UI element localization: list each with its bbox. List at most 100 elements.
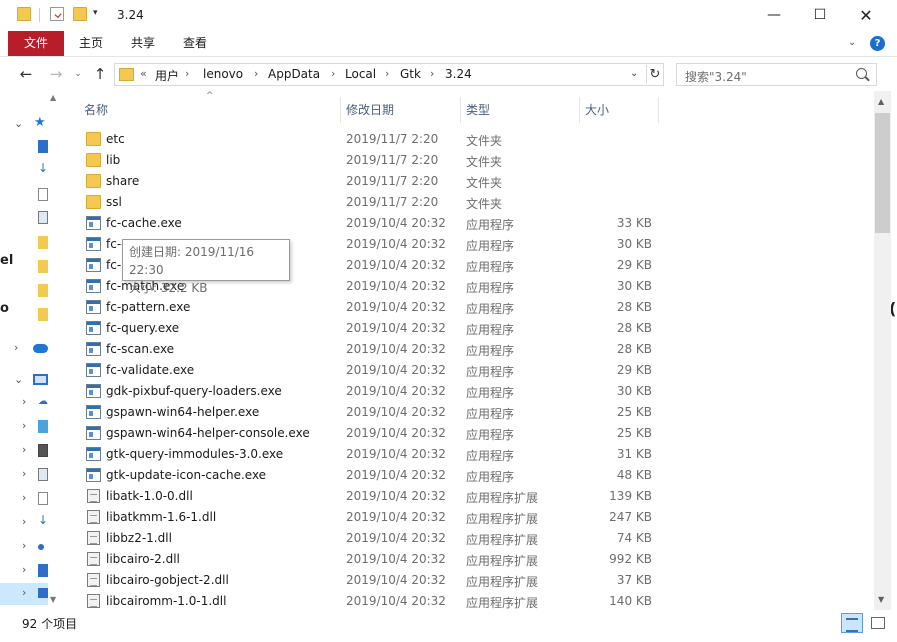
recent-locations-icon[interactable]: ⌄ (68, 64, 88, 84)
table-row[interactable]: gtk-query-immodules-3.0.exe 2019/10/4 20:… (66, 444, 874, 465)
file-type: 应用程序 (466, 302, 515, 316)
application-icon (86, 321, 101, 335)
large-icons-view-icon[interactable] (867, 613, 889, 633)
folder-icon (38, 260, 48, 273)
folder-icon (86, 174, 101, 188)
nav-scrollbar[interactable]: ▲ ▼ (48, 91, 65, 610)
table-row[interactable]: fc-scan.exe 2019/10/4 20:32 应用程序 28 KB (66, 339, 874, 360)
table-row[interactable]: etc 2019/11/7 2:20 文件夹 (66, 129, 874, 150)
file-date: 2019/10/4 20:32 (346, 405, 446, 419)
customize-quick-access-icon[interactable]: ▾ (93, 8, 98, 18)
column-header-date[interactable]: 修改日期 (342, 97, 461, 123)
address-bar[interactable]: « 用户 › lenovo › AppData › Local › Gtk › … (114, 63, 664, 86)
chevron-right-icon[interactable]: › (22, 467, 26, 480)
table-row[interactable]: libcairo-gobject-2.dll 2019/10/4 20:32 应用程… (66, 570, 874, 591)
file-name: libatkmm-1.6-1.dll (106, 510, 217, 524)
chevron-right-icon[interactable]: › (22, 539, 26, 552)
file-type: 应用程序扩展 (466, 554, 539, 568)
search-input[interactable]: 搜索"3.24" (676, 63, 877, 86)
tab-view[interactable]: 查看 (172, 31, 218, 56)
table-row[interactable]: libcairomm-1.0-1.dll 2019/10/4 20:32 应用程序扩… (66, 591, 874, 610)
chevron-right-icon[interactable]: › (385, 67, 389, 80)
chevron-right-icon[interactable]: › (185, 67, 189, 80)
file-date: 2019/10/4 20:32 (346, 279, 446, 293)
table-row[interactable]: gspawn-win64-helper.exe 2019/10/4 20:32 应用… (66, 402, 874, 423)
address-history-icon[interactable]: ⌄ (630, 68, 638, 79)
file-name: gtk-query-immodules-3.0.exe (106, 447, 284, 461)
chevron-right-icon[interactable]: › (22, 395, 26, 408)
table-row[interactable]: libatk-1.0-0.dll 2019/10/4 20:32 应用程序扩展 139… (66, 486, 874, 507)
chevron-right-icon[interactable]: › (22, 563, 26, 576)
file-type: 应用程序 (466, 470, 515, 484)
breadcrumb-gtk[interactable]: Gtk (400, 67, 421, 81)
item-count: 92 个项目 (22, 617, 78, 631)
table-row[interactable]: fc-validate.exe 2019/10/4 20:32 应用程序 29 KB (66, 360, 874, 381)
help-icon[interactable]: ? (870, 36, 885, 51)
column-header-name[interactable]: 名称 (80, 97, 341, 123)
new-folder-icon[interactable] (73, 7, 87, 21)
music-icon (38, 544, 44, 550)
close-button[interactable]: ✕ (843, 0, 889, 31)
breadcrumb-appdata[interactable]: AppData (268, 67, 320, 81)
table-row[interactable]: libcairo-2.dll 2019/10/4 20:32 应用程序扩展 992 K… (66, 549, 874, 570)
table-row[interactable]: libbz2-1.dll 2019/10/4 20:32 应用程序扩展 74 KB (66, 528, 874, 549)
expand-ribbon-icon[interactable]: ⌄ (848, 37, 856, 48)
column-header-size[interactable]: 大小 (581, 97, 659, 123)
breadcrumb-lenovo[interactable]: lenovo (203, 67, 243, 81)
chevron-right-icon[interactable]: › (22, 443, 26, 456)
chevron-right-icon[interactable]: › (22, 586, 26, 599)
minimize-button[interactable]: — (751, 0, 797, 31)
tab-file[interactable]: 文件 (8, 31, 64, 56)
chevron-right-icon[interactable]: › (331, 67, 335, 80)
properties-icon[interactable] (50, 7, 64, 21)
nav-selected-drive[interactable]: › (0, 583, 48, 605)
table-row[interactable]: lib 2019/11/7 2:20 文件夹 (66, 150, 874, 171)
chevron-right-icon[interactable]: › (254, 67, 258, 80)
table-row[interactable]: fc-query.exe 2019/10/4 20:32 应用程序 28 KB (66, 318, 874, 339)
column-header-type[interactable]: 类型 (462, 97, 580, 123)
details-view-icon[interactable] (841, 613, 863, 633)
table-row[interactable]: fc-pattern.exe 2019/10/4 20:32 应用程序 28 KB (66, 297, 874, 318)
chevron-down-icon[interactable]: ⌄ (14, 373, 23, 386)
table-row[interactable]: libatkmm-1.6-1.dll 2019/10/4 20:32 应用程序扩展 2… (66, 507, 874, 528)
scroll-up-icon[interactable]: ▲ (50, 93, 56, 102)
scroll-up-icon[interactable]: ▲ (878, 97, 884, 106)
maximize-button[interactable]: ☐ (797, 0, 843, 31)
table-row[interactable]: gdk-pixbuf-query-loaders.exe 2019/10/4 20… (66, 381, 874, 402)
table-row[interactable]: gspawn-win64-helper-console.exe 2019/10/4… (66, 423, 874, 444)
file-name: libcairomm-1.0-1.dll (106, 594, 227, 608)
chevron-down-icon[interactable]: ⌄ (14, 117, 23, 130)
breadcrumb-local[interactable]: Local (345, 67, 376, 81)
chevron-right-icon[interactable]: › (22, 419, 26, 432)
chevron-right-icon[interactable]: › (22, 515, 26, 528)
back-button[interactable]: ← (16, 64, 36, 84)
scroll-down-icon[interactable]: ▼ (878, 595, 884, 604)
chevron-right-icon[interactable]: › (430, 67, 434, 80)
file-name: gspawn-win64-helper.exe (106, 405, 260, 419)
dll-file-icon (87, 552, 100, 566)
dll-file-icon (87, 573, 100, 587)
refresh-icon[interactable]: ↻ (646, 65, 663, 84)
table-row[interactable]: gtk-update-icon-cache.exe 2019/10/4 20:32… (66, 465, 874, 486)
breadcrumb-3-24[interactable]: 3.24 (445, 67, 472, 81)
scroll-down-icon[interactable]: ▼ (50, 595, 56, 604)
table-row[interactable]: share 2019/11/7 2:20 文件夹 (66, 171, 874, 192)
breadcrumb-overflow[interactable]: « (140, 67, 147, 80)
table-row[interactable]: ssl 2019/11/7 2:20 文件夹 (66, 192, 874, 213)
search-icon[interactable] (856, 68, 867, 79)
chevron-right-icon[interactable]: › (14, 341, 18, 354)
desktop-icon (38, 140, 48, 153)
picture-icon (38, 211, 48, 224)
breadcrumb-users[interactable]: 用户 (155, 67, 179, 84)
file-date: 2019/10/4 20:32 (346, 237, 446, 251)
table-row[interactable]: fc-cache.exe 2019/10/4 20:32 应用程序 33 KB (66, 213, 874, 234)
file-type: 应用程序 (466, 449, 515, 463)
tab-share[interactable]: 共享 (120, 31, 166, 56)
file-date: 2019/10/4 20:32 (346, 258, 446, 272)
forward-button[interactable]: → (46, 64, 66, 84)
scrollbar-thumb[interactable] (875, 113, 890, 233)
tab-home[interactable]: 主页 (68, 31, 114, 56)
file-list-scrollbar[interactable]: ▲ ▼ (874, 91, 891, 610)
up-button[interactable]: ↑ (90, 64, 110, 84)
chevron-right-icon[interactable]: › (22, 491, 26, 504)
